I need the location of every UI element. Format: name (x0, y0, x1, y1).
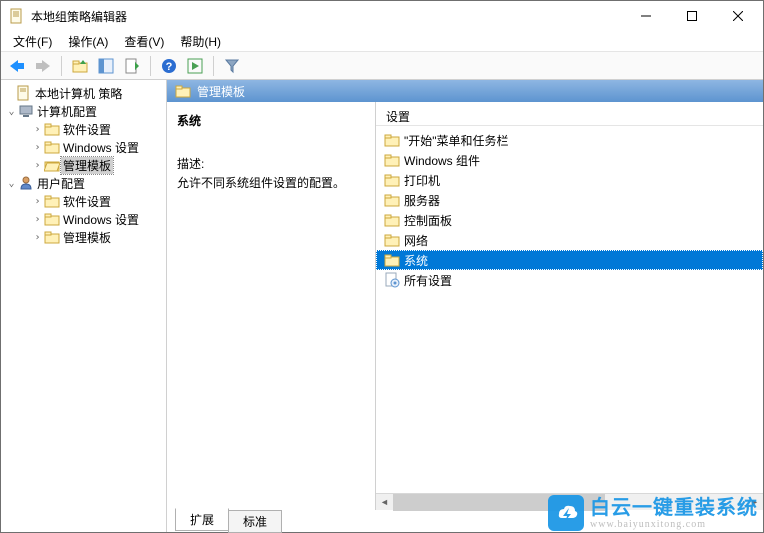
toolbar: ? (1, 52, 763, 80)
watermark: 白云一键重装系统 www.baiyunxitong.com (548, 495, 758, 531)
watermark-logo-icon (548, 495, 584, 531)
menu-file[interactable]: 文件(F) (5, 31, 60, 52)
list-item[interactable]: Windows 组件 (376, 150, 763, 170)
folder-icon (44, 193, 60, 209)
computer-icon (18, 103, 34, 119)
watermark-url: www.baiyunxitong.com (590, 519, 758, 530)
list-item-label: 打印机 (404, 172, 440, 189)
tree-admin-templates-2[interactable]: › 管理模板 (1, 228, 166, 246)
tree-user-config[interactable]: ⌄ 用户配置 (1, 174, 166, 192)
filter-button[interactable] (220, 54, 244, 78)
expand-icon[interactable]: › (31, 232, 44, 243)
tree-windows-settings-1[interactable]: › Windows 设置 (1, 138, 166, 156)
titlebar: 本地组策略编辑器 (1, 1, 763, 31)
content-header-title: 管理模板 (197, 83, 245, 100)
app-icon (9, 8, 25, 24)
folder-icon (384, 172, 400, 188)
expand-icon[interactable]: › (31, 160, 44, 171)
description-label: 描述: (177, 155, 365, 172)
list-item-label: "开始"菜单和任务栏 (404, 132, 509, 149)
folder-icon (384, 132, 400, 148)
folder-icon (384, 252, 400, 268)
list-item[interactable]: "开始"菜单和任务栏 (376, 130, 763, 150)
svg-text:?: ? (166, 61, 173, 73)
collapse-icon[interactable]: ⌄ (5, 106, 18, 117)
folder-icon (44, 139, 60, 155)
description-text: 允许不同系统组件设置的配置。 (177, 174, 365, 191)
list-item[interactable]: 控制面板 (376, 210, 763, 230)
tree-software-settings-2[interactable]: › 软件设置 (1, 192, 166, 210)
tree-pane: 本地计算机 策略 ⌄ 计算机配置 › 软件设置 › Windows 设置 (1, 80, 167, 532)
folder-icon (384, 212, 400, 228)
tree-admin-templates-1[interactable]: › 管理模板 (1, 156, 166, 174)
list-item-label: 服务器 (404, 192, 440, 209)
action-button[interactable] (183, 54, 207, 78)
tree-root[interactable]: 本地计算机 策略 (1, 84, 166, 102)
maximize-button[interactable] (669, 1, 715, 31)
tree-windows-settings-2[interactable]: › Windows 设置 (1, 210, 166, 228)
list-item[interactable]: 服务器 (376, 190, 763, 210)
help-button[interactable]: ? (157, 54, 181, 78)
tree-software-settings-1[interactable]: › 软件设置 (1, 120, 166, 138)
list-item[interactable]: 打印机 (376, 170, 763, 190)
list-item-label: Windows 组件 (404, 152, 480, 169)
back-button[interactable] (5, 54, 29, 78)
settings-list: "开始"菜单和任务栏 Windows 组件打印机服务器控制面板网络系统所有设置 (376, 130, 763, 493)
minimize-button[interactable] (623, 1, 669, 31)
selected-title: 系统 (177, 112, 365, 129)
close-button[interactable] (715, 1, 761, 31)
description-column: 系统 描述: 允许不同系统组件设置的配置。 (167, 102, 375, 510)
list-item-label: 系统 (404, 252, 428, 269)
watermark-text: 白云一键重装系统 (590, 497, 758, 519)
list-item-label: 所有设置 (404, 272, 452, 289)
menubar: 文件(F) 操作(A) 查看(V) 帮助(H) (1, 31, 763, 52)
folder-icon (384, 152, 400, 168)
content-header: 管理模板 (167, 80, 763, 102)
list-item-label: 控制面板 (404, 212, 452, 229)
expand-icon[interactable]: › (31, 124, 44, 135)
tree-computer-config[interactable]: ⌄ 计算机配置 (1, 102, 166, 120)
collapse-icon[interactable]: ⌄ (5, 178, 18, 189)
list-item[interactable]: 系统 (376, 250, 763, 270)
show-hide-tree-button[interactable] (94, 54, 118, 78)
folder-icon (44, 229, 60, 245)
scroll-left-icon[interactable]: ◄ (376, 494, 393, 511)
tab-extended[interactable]: 扩展 (175, 508, 229, 531)
forward-button[interactable] (31, 54, 55, 78)
list-item[interactable]: 网络 (376, 230, 763, 250)
list-header-settings[interactable]: 设置 (376, 102, 763, 126)
menu-view[interactable]: 查看(V) (116, 31, 172, 52)
window-title: 本地组策略编辑器 (31, 8, 623, 25)
up-button[interactable] (68, 54, 92, 78)
expand-icon[interactable]: › (31, 196, 44, 207)
folder-icon (44, 121, 60, 137)
tab-standard[interactable]: 标准 (228, 510, 282, 533)
folder-open-icon (44, 157, 60, 173)
folder-icon (44, 211, 60, 227)
expand-icon[interactable]: › (31, 142, 44, 153)
expand-icon[interactable]: › (31, 214, 44, 225)
properties-button[interactable] (120, 54, 144, 78)
list-item[interactable]: 所有设置 (376, 270, 763, 290)
menu-help[interactable]: 帮助(H) (172, 31, 229, 52)
user-icon (18, 175, 34, 191)
list-item-label: 网络 (404, 232, 428, 249)
menu-action[interactable]: 操作(A) (60, 31, 116, 52)
folder-icon (175, 83, 191, 99)
settings-icon (384, 272, 400, 288)
folder-icon (384, 192, 400, 208)
policy-icon (16, 85, 32, 101)
folder-icon (384, 232, 400, 248)
